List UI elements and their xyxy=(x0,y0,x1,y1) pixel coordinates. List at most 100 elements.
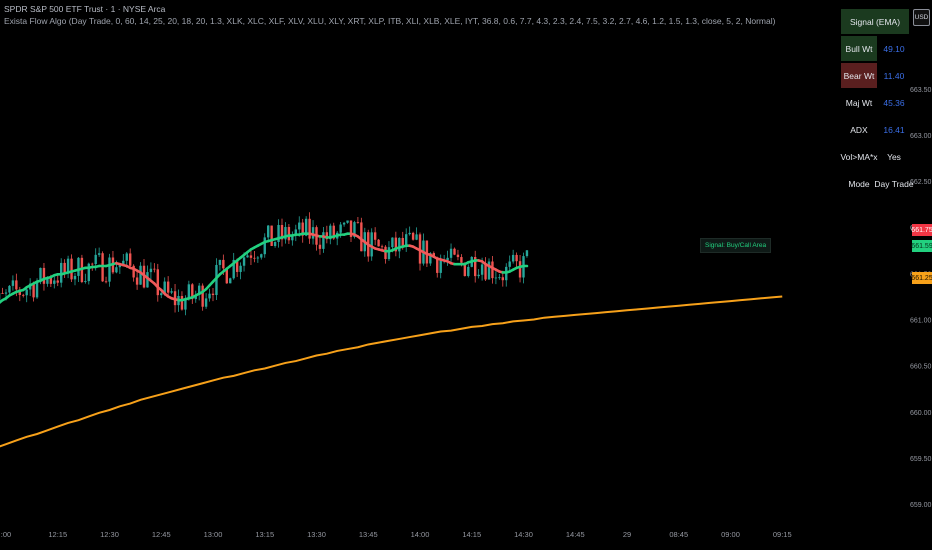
candle-body xyxy=(311,227,315,239)
candle-body xyxy=(104,281,108,283)
candle-body xyxy=(170,291,173,293)
price-axis: 659.00659.50660.00660.50661.00661.50662.… xyxy=(910,87,932,509)
candle-body xyxy=(508,261,511,267)
currency-button[interactable]: USD xyxy=(913,9,930,26)
candle-body xyxy=(460,257,463,263)
candle-body xyxy=(322,232,325,249)
candle-body xyxy=(456,254,460,258)
candle-body xyxy=(242,257,246,266)
candle-body xyxy=(518,261,522,278)
candle-body xyxy=(484,264,487,280)
candle-body xyxy=(180,295,184,310)
candle-body xyxy=(373,232,377,240)
candle-body xyxy=(339,224,342,233)
candle-body xyxy=(70,258,73,280)
signal-table: Signal (EMA) Bull Wt 49.10 Bear Wt 11.40… xyxy=(840,8,914,197)
candle-body xyxy=(411,232,415,240)
candle-body xyxy=(84,281,87,283)
candle-body xyxy=(204,298,208,307)
candle-body xyxy=(525,250,529,257)
price-chart[interactable]: 659.00659.50660.00660.50661.00661.50662.… xyxy=(0,0,932,550)
candle-body xyxy=(108,257,111,282)
candle-body xyxy=(149,268,153,273)
candle-body xyxy=(115,267,118,273)
candle-body xyxy=(298,222,301,230)
candle-body xyxy=(222,259,225,269)
y-tick-label: 663.00 xyxy=(910,133,932,140)
candle-body xyxy=(260,254,263,258)
candle-body xyxy=(153,268,156,270)
table-row-mode: Mode Day Trade xyxy=(841,170,914,197)
candles xyxy=(0,212,529,316)
x-tick-label: 14:30 xyxy=(514,530,533,539)
candle-body xyxy=(35,281,39,298)
candle-body xyxy=(135,277,139,285)
candle-body xyxy=(308,218,311,239)
candle-body xyxy=(498,277,501,279)
table-row-bull: Bull Wt 49.10 xyxy=(841,35,911,62)
candle-body xyxy=(346,220,349,223)
table-row-vol: Vol>MA*x Yes xyxy=(840,143,911,170)
y-tick-label: 659.00 xyxy=(910,502,932,509)
candle-body xyxy=(25,289,28,296)
x-tick-label: 13:30 xyxy=(307,530,326,539)
candle-body xyxy=(467,266,470,277)
candle-body xyxy=(263,237,266,255)
table-value: Day Trade xyxy=(874,178,914,189)
x-tick-label: 12:30 xyxy=(100,530,119,539)
candle-body xyxy=(501,277,504,281)
table-row-bear: Bear Wt 11.40 xyxy=(841,62,911,89)
candle-body xyxy=(494,277,498,279)
candle-body xyxy=(380,246,384,248)
symbol-title[interactable]: SPDR S&P 500 ETF Trust · 1 · NYSE Arca xyxy=(4,4,165,15)
candle-body xyxy=(94,254,97,265)
slow-ma-line xyxy=(0,295,783,448)
candle-body xyxy=(408,232,411,235)
candle-body xyxy=(184,299,187,310)
table-label: Bull Wt xyxy=(841,36,877,61)
x-tick-label: 14:15 xyxy=(462,530,481,539)
table-header-row: Signal (EMA) xyxy=(841,8,911,35)
x-tick-label: 09:15 xyxy=(773,530,792,539)
x-tick-label: 12:15 xyxy=(48,530,67,539)
candle-body xyxy=(8,285,11,293)
candle-body xyxy=(208,293,211,299)
candle-body xyxy=(453,248,456,255)
candle-body xyxy=(246,255,249,258)
slow-ma-path xyxy=(0,295,783,448)
candle-body xyxy=(446,257,449,261)
candle-body xyxy=(439,260,442,273)
candle-body xyxy=(1,292,4,294)
candle-body xyxy=(356,222,360,223)
candle-body xyxy=(342,222,346,225)
x-tick-label: 13:15 xyxy=(255,530,274,539)
indicator-legend[interactable]: Exista Flow Algo (Day Trade, 0, 60, 14, … xyxy=(4,16,775,27)
y-tick-label: 663.50 xyxy=(910,87,932,94)
signal-label: Signal: Buy/Call Area xyxy=(700,238,772,253)
candle-body xyxy=(129,253,132,266)
candle-body xyxy=(32,283,35,298)
candle-body xyxy=(480,264,484,275)
time-axis: :00 12:15 12:30 12:45 13:00 13:15 13:30 13:45 14… xyxy=(1,530,792,539)
candle-body xyxy=(387,247,391,260)
table-row-adx: ADX 16.41 xyxy=(841,116,911,143)
table-label: ADX xyxy=(850,124,868,135)
candle-body xyxy=(15,280,18,290)
x-tick-label: 12:45 xyxy=(152,530,171,539)
y-tick-label: 660.50 xyxy=(910,364,932,371)
candle-body xyxy=(318,244,322,249)
candle-body xyxy=(218,259,222,265)
candle-body xyxy=(97,253,101,255)
x-tick-label: 09:00 xyxy=(721,530,740,539)
x-tick-label: 14:00 xyxy=(411,530,430,539)
x-tick-label: 13:45 xyxy=(359,530,378,539)
candle-body xyxy=(166,281,170,293)
candle-body xyxy=(249,255,253,258)
candle-body xyxy=(477,274,480,277)
candle-body xyxy=(11,280,15,286)
candle-body xyxy=(201,285,204,307)
candle-body xyxy=(73,275,77,280)
y-tick-label: 661.00 xyxy=(910,318,932,325)
x-tick-label: :00 xyxy=(1,530,11,539)
candle-body xyxy=(156,269,159,296)
